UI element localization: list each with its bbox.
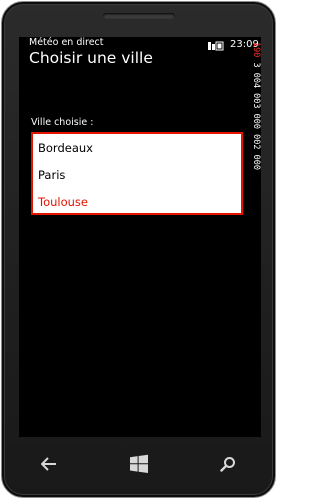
screen: 23:09 Météo en direct Choisir une ville … — [19, 37, 261, 437]
list-item-paris[interactable]: Paris — [38, 168, 65, 182]
back-icon[interactable] — [38, 453, 60, 475]
page-title: Choisir une ville — [29, 49, 153, 67]
frame-rate-highlight: 190 — [251, 42, 261, 58]
navigation-bar — [3, 438, 276, 490]
search-icon[interactable] — [217, 453, 239, 475]
city-list-picker[interactable]: Bordeaux Paris Toulouse — [31, 132, 243, 215]
list-item-toulouse[interactable]: Toulouse — [38, 195, 88, 209]
earpiece-speaker — [103, 13, 175, 19]
city-picker-label: Ville choisie : — [31, 117, 94, 128]
windows-start-icon[interactable] — [128, 453, 150, 475]
phone-frame: 23:09 Météo en direct Choisir une ville … — [1, 1, 276, 498]
frame-rate-counter: 190 3 004 003 000 002 000 — [251, 42, 261, 232]
battery-icon — [208, 41, 224, 51]
list-item-bordeaux[interactable]: Bordeaux — [38, 141, 93, 155]
frame-rate-values: 3 004 003 000 002 000 — [251, 57, 261, 170]
